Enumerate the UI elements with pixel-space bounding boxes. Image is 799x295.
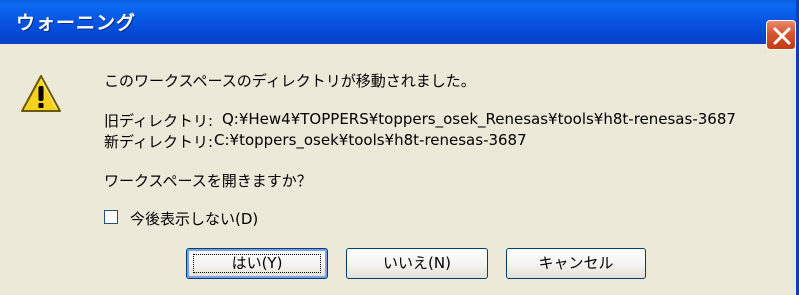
no-button[interactable]: いいえ(N) xyxy=(346,248,488,279)
new-directory-label: 新ディレクトリ: xyxy=(104,133,214,151)
old-directory-label: 旧ディレクトリ: xyxy=(104,112,214,130)
dont-show-again-checkbox[interactable] xyxy=(104,210,118,224)
warning-icon xyxy=(21,75,61,112)
new-directory-path: C:¥toppers_osek¥tools¥h8t-renesas-3687 xyxy=(214,131,527,149)
old-directory-path: Q:¥Hew4¥TOPPERS¥toppers_osek_Renesas¥too… xyxy=(222,110,736,128)
yes-button-label: はい(Y) xyxy=(231,254,283,272)
dont-show-again-label[interactable]: 今後表示しない(D) xyxy=(130,208,258,229)
cancel-button-label: キャンセル xyxy=(538,254,614,272)
open-workspace-question: ワークスペースを開きますか？ xyxy=(104,172,312,190)
dialog-message: このワークスペースのディレクトリが移動されました。 xyxy=(104,72,476,90)
close-button[interactable] xyxy=(766,20,796,50)
window-title: ウォーニング xyxy=(16,12,137,34)
yes-button[interactable]: はい(Y) xyxy=(186,248,328,279)
close-icon xyxy=(773,27,791,45)
warning-dialog: ウォーニング このワークスペースのディレクトリが移動されました。 旧ディレクトリ… xyxy=(0,0,799,295)
no-button-label: いいえ(N) xyxy=(383,254,451,272)
title-bar[interactable]: ウォーニング xyxy=(0,0,796,44)
cancel-button[interactable]: キャンセル xyxy=(506,248,646,279)
